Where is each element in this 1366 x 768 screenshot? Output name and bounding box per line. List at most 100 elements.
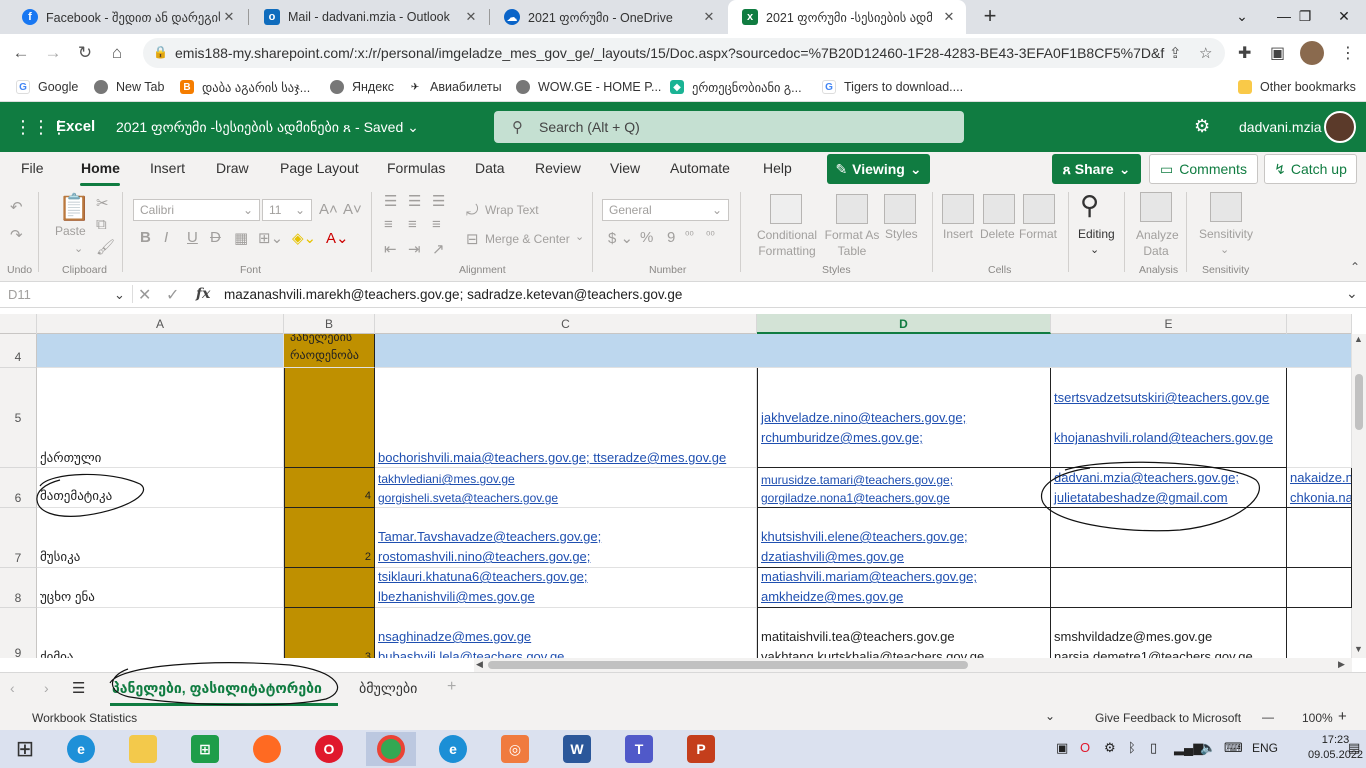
cell-b8[interactable] [284,568,375,608]
close-icon[interactable]: ✕ [220,9,238,25]
bookmark-tigers[interactable]: G Tigers to download.... [822,77,963,97]
cell-a4[interactable] [37,334,284,368]
battery-icon[interactable]: ▯ [1150,740,1157,756]
tab-search-icon[interactable]: ⌄ [1220,0,1264,34]
number-format-select[interactable]: General ⌄ [602,199,729,221]
bookmark-yandex[interactable]: Яндекс [330,77,394,97]
home-icon[interactable]: ⌂ [104,40,130,66]
share-page-icon[interactable]: ⇪ [1169,44,1182,62]
cell-a6[interactable]: მათემატიკა [37,468,284,508]
font-color-icon[interactable]: A⌄ [326,229,349,247]
copy-icon[interactable]: ⧉ [96,216,107,233]
align-middle-icon[interactable]: ☰ [408,192,421,210]
borders-icon[interactable]: ⊞⌄ [258,229,283,247]
taskbar-firefox[interactable] [242,732,292,766]
cell-f6[interactable]: nakaidze.n chkonia.na [1287,468,1352,508]
notifications-icon[interactable]: ▤ [1348,740,1360,756]
feedback-link[interactable]: Give Feedback to Microsoft [1095,711,1241,725]
zoom-out-icon[interactable]: — [1262,710,1274,724]
merge-center-button[interactable]: Merge & Center [485,232,570,246]
sensitivity-button[interactable]: Sensitivity [1199,227,1253,241]
tab-automate[interactable]: Automate [670,160,730,176]
email-link[interactable]: tsiklauri.khatuna6@teachers.gov.ge; [378,569,588,584]
cell-f7[interactable] [1287,508,1352,568]
conditional-formatting-button[interactable]: Conditional Formatting [752,227,822,259]
cell-b4[interactable]: პანელების რაოდენობა [284,334,375,368]
cell-d9[interactable]: matitaishvili.tea@teachers.gov.ge vakhta… [757,608,1051,658]
bookmark-wowge[interactable]: WOW.GE - HOME P... [516,77,661,97]
taskbar-teams[interactable]: T [614,732,664,766]
cell-b9[interactable]: 3 [284,608,375,658]
vertical-scroll-thumb[interactable] [1355,374,1363,430]
cell-b7[interactable]: 2 [284,508,375,568]
extensions-icon[interactable]: ✚ [1238,43,1251,63]
excel-app-name[interactable]: Excel [56,118,95,135]
cell-e7[interactable] [1051,508,1287,568]
tab-help[interactable]: Help [763,160,792,176]
email-link[interactable]: chkonia.na [1290,490,1351,505]
cell-c9[interactable]: nsaghinadze@mes.gov.ge bubashvili.lela@t… [375,608,757,658]
font-size-select[interactable]: 11 ⌄ [262,199,312,221]
cell-d5[interactable]: jakhveladze.nino@teachers.gov.ge; rchumb… [757,368,1051,468]
email-link[interactable]: rchumburidze@mes.gov.ge; [761,430,923,445]
tab-formulas[interactable]: Formulas [387,160,445,176]
increase-font-icon[interactable]: A˄ [319,201,338,218]
currency-icon[interactable]: $ ⌄ [608,229,633,247]
catch-up-button[interactable]: ↯ Catch up [1264,154,1357,184]
email-link[interactable]: amkheidze@mes.gov.ge [761,589,903,604]
editing-button[interactable]: Editing [1078,227,1115,241]
taskbar-edge[interactable]: e [428,732,478,766]
bookmark-newtab[interactable]: New Tab [94,77,164,97]
tab-draw[interactable]: Draw [216,160,249,176]
indent-increase-icon[interactable]: ⇥ [408,240,421,258]
select-all-corner[interactable] [0,314,37,334]
bookmark-google[interactable]: G Google [16,77,78,97]
browser-tab-facebook[interactable]: f Facebook - შედით ან დარეგის ✕ [8,0,246,34]
email-link[interactable]: bubashvili.lela@teachers.gov.ge [378,649,564,658]
email-link[interactable]: gorgiladze.nona1@teachers.gov.ge [761,491,950,505]
column-header-a[interactable]: A [37,314,284,334]
tab-data[interactable]: Data [475,160,505,176]
close-icon[interactable]: ✕ [940,9,958,25]
tab-page-layout[interactable]: Page Layout [280,160,359,176]
cell-e6[interactable]: dadvani.mzia@teachers.gov.ge; julietatab… [1051,468,1287,508]
tab-file[interactable]: File [21,160,44,176]
underline-icon[interactable]: U [187,229,198,246]
email-link[interactable]: nakaidze.n [1290,470,1351,485]
email-link[interactable]: matiashvili.mariam@teachers.gov.ge; [761,569,977,584]
function-icon[interactable]: fx [196,286,210,302]
address-bar[interactable]: 🔒 emis188-my.sharepoint.com/:x:/r/person… [143,38,1225,68]
redo-icon[interactable]: ↷ [10,226,23,244]
column-header-b[interactable]: B [284,314,375,334]
bookmark-aviabilety[interactable]: ✈ Авиабилеты [408,77,502,97]
email-link[interactable]: murusidze.tamari@teachers.gov.ge; [761,473,953,487]
taskbar-powerpoint[interactable]: P [676,732,726,766]
close-icon[interactable]: ✕ [462,9,480,25]
scroll-left-icon[interactable]: ◀ [476,659,483,670]
cell-c5[interactable]: bochorishvili.maia@teachers.gov.ge; ttse… [375,368,757,468]
chevron-down-icon[interactable]: ⌄ [1346,285,1358,302]
comments-button[interactable]: ▭ Comments [1149,154,1258,184]
restore-icon[interactable]: ❐ [1283,0,1327,34]
workbook-statistics[interactable]: Workbook Statistics [32,711,137,725]
taskbar-photos[interactable]: ◎ [490,732,540,766]
volume-icon[interactable]: 🔈 [1200,740,1216,756]
analyze-data-button[interactable]: Analyze Data [1136,227,1179,259]
column-header-c[interactable]: C [375,314,757,334]
spreadsheet-grid[interactable]: 4 პანელების რაოდენობა 5 ქართული bochoris… [0,334,1352,658]
cancel-icon[interactable]: ✕ [138,285,151,305]
align-top-icon[interactable]: ☰ [384,192,397,210]
add-sheet-icon[interactable]: + [447,678,456,696]
cell-a5[interactable]: ქართული [37,368,284,468]
cell-f5[interactable] [1287,368,1352,468]
tab-home[interactable]: Home [81,160,120,176]
taskbar-opera[interactable]: O [304,732,354,766]
tab-view[interactable]: View [610,160,640,176]
user-name[interactable]: dadvani.mzia [1239,119,1322,135]
row-header[interactable]: 9 [0,608,37,658]
gear-icon[interactable]: ⚙ [1194,116,1210,137]
formula-content[interactable]: mazanashvili.marekh@teachers.gov.ge; sad… [224,287,682,302]
share-button[interactable]: ጸ Share ⌄ [1052,154,1141,184]
bold-icon[interactable]: B [140,229,151,246]
cell-f8[interactable] [1287,568,1352,608]
